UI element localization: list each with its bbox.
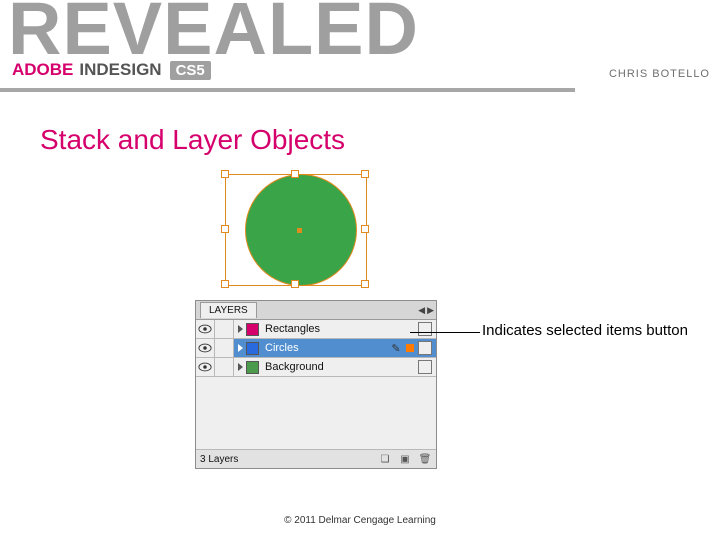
author-name: CHRIS BOTELLO [609, 68, 710, 80]
eye-icon [198, 324, 212, 334]
visibility-toggle[interactable] [196, 339, 215, 357]
panel-tab-bar: LAYERS ◀ ▶ [196, 301, 436, 320]
layer-color-swatch [246, 323, 259, 336]
brand-version: CS5 [170, 61, 211, 80]
visibility-toggle[interactable] [196, 320, 215, 338]
handle-icon [361, 170, 369, 178]
layer-color-swatch [246, 361, 259, 374]
header-rule [0, 88, 575, 92]
panel-collapse-left-icon[interactable]: ◀ [418, 305, 425, 316]
eye-icon [198, 343, 212, 353]
layers-panel: LAYERS ◀ ▶ Rectangles Circles ✎ [195, 300, 437, 469]
brand-adobe: ADOBE [12, 60, 73, 80]
trash-icon[interactable]: 🗑 [418, 452, 432, 466]
eye-icon [198, 362, 212, 372]
callout-label: Indicates selected items button [482, 322, 688, 339]
handle-icon [221, 280, 229, 288]
layer-count-label: 3 Layers [200, 454, 238, 465]
layer-row[interactable]: Circles ✎ [196, 339, 436, 358]
layer-color-swatch [246, 342, 259, 355]
layer-row[interactable]: Background [196, 358, 436, 377]
brand-product: INDESIGN [79, 60, 161, 80]
brand-header: REVEALED ADOBE INDESIGN CS5 CHRIS BOTELL… [0, 0, 720, 106]
disclosure-triangle-icon[interactable] [238, 363, 243, 371]
callout-leader-line [410, 332, 480, 333]
panel-collapse-right-icon[interactable]: ▶ [427, 305, 434, 316]
disclosure-triangle-icon[interactable] [238, 344, 243, 352]
selected-items-indicator[interactable] [406, 344, 414, 352]
visibility-toggle[interactable] [196, 358, 215, 376]
layer-name: Rectangles [263, 323, 418, 335]
lock-toggle[interactable] [215, 320, 234, 338]
slide-title: Stack and Layer Objects [40, 124, 345, 156]
lock-toggle[interactable] [215, 358, 234, 376]
selection-center-icon [297, 228, 302, 233]
layer-target-box[interactable] [418, 360, 432, 374]
pen-icon: ✎ [390, 342, 402, 354]
handle-icon [291, 280, 299, 288]
page-icon[interactable]: ❏ [378, 452, 392, 466]
handle-icon [221, 225, 229, 233]
layer-name: Circles [263, 342, 390, 354]
handle-icon [361, 225, 369, 233]
layer-rows: Rectangles Circles ✎ Background [196, 320, 436, 377]
selected-object-illustration [215, 170, 375, 290]
product-line: ADOBE INDESIGN CS5 [12, 60, 211, 80]
new-layer-icon[interactable]: ▣ [398, 452, 412, 466]
panel-collapse-controls: ◀ ▶ [418, 305, 436, 316]
layer-target-box[interactable] [418, 322, 432, 336]
layer-row[interactable]: Rectangles [196, 320, 436, 339]
panel-empty-area [196, 377, 436, 450]
handle-icon [221, 170, 229, 178]
lock-toggle[interactable] [215, 339, 234, 357]
panel-footer: 3 Layers ❏ ▣ 🗑 [196, 450, 436, 468]
handle-icon [291, 170, 299, 178]
disclosure-triangle-icon[interactable] [238, 325, 243, 333]
layer-target-box[interactable] [418, 341, 432, 355]
layer-name: Background [263, 361, 418, 373]
copyright-footer: © 2011 Delmar Cengage Learning [0, 515, 720, 526]
handle-icon [361, 280, 369, 288]
layers-tab[interactable]: LAYERS [200, 302, 257, 318]
